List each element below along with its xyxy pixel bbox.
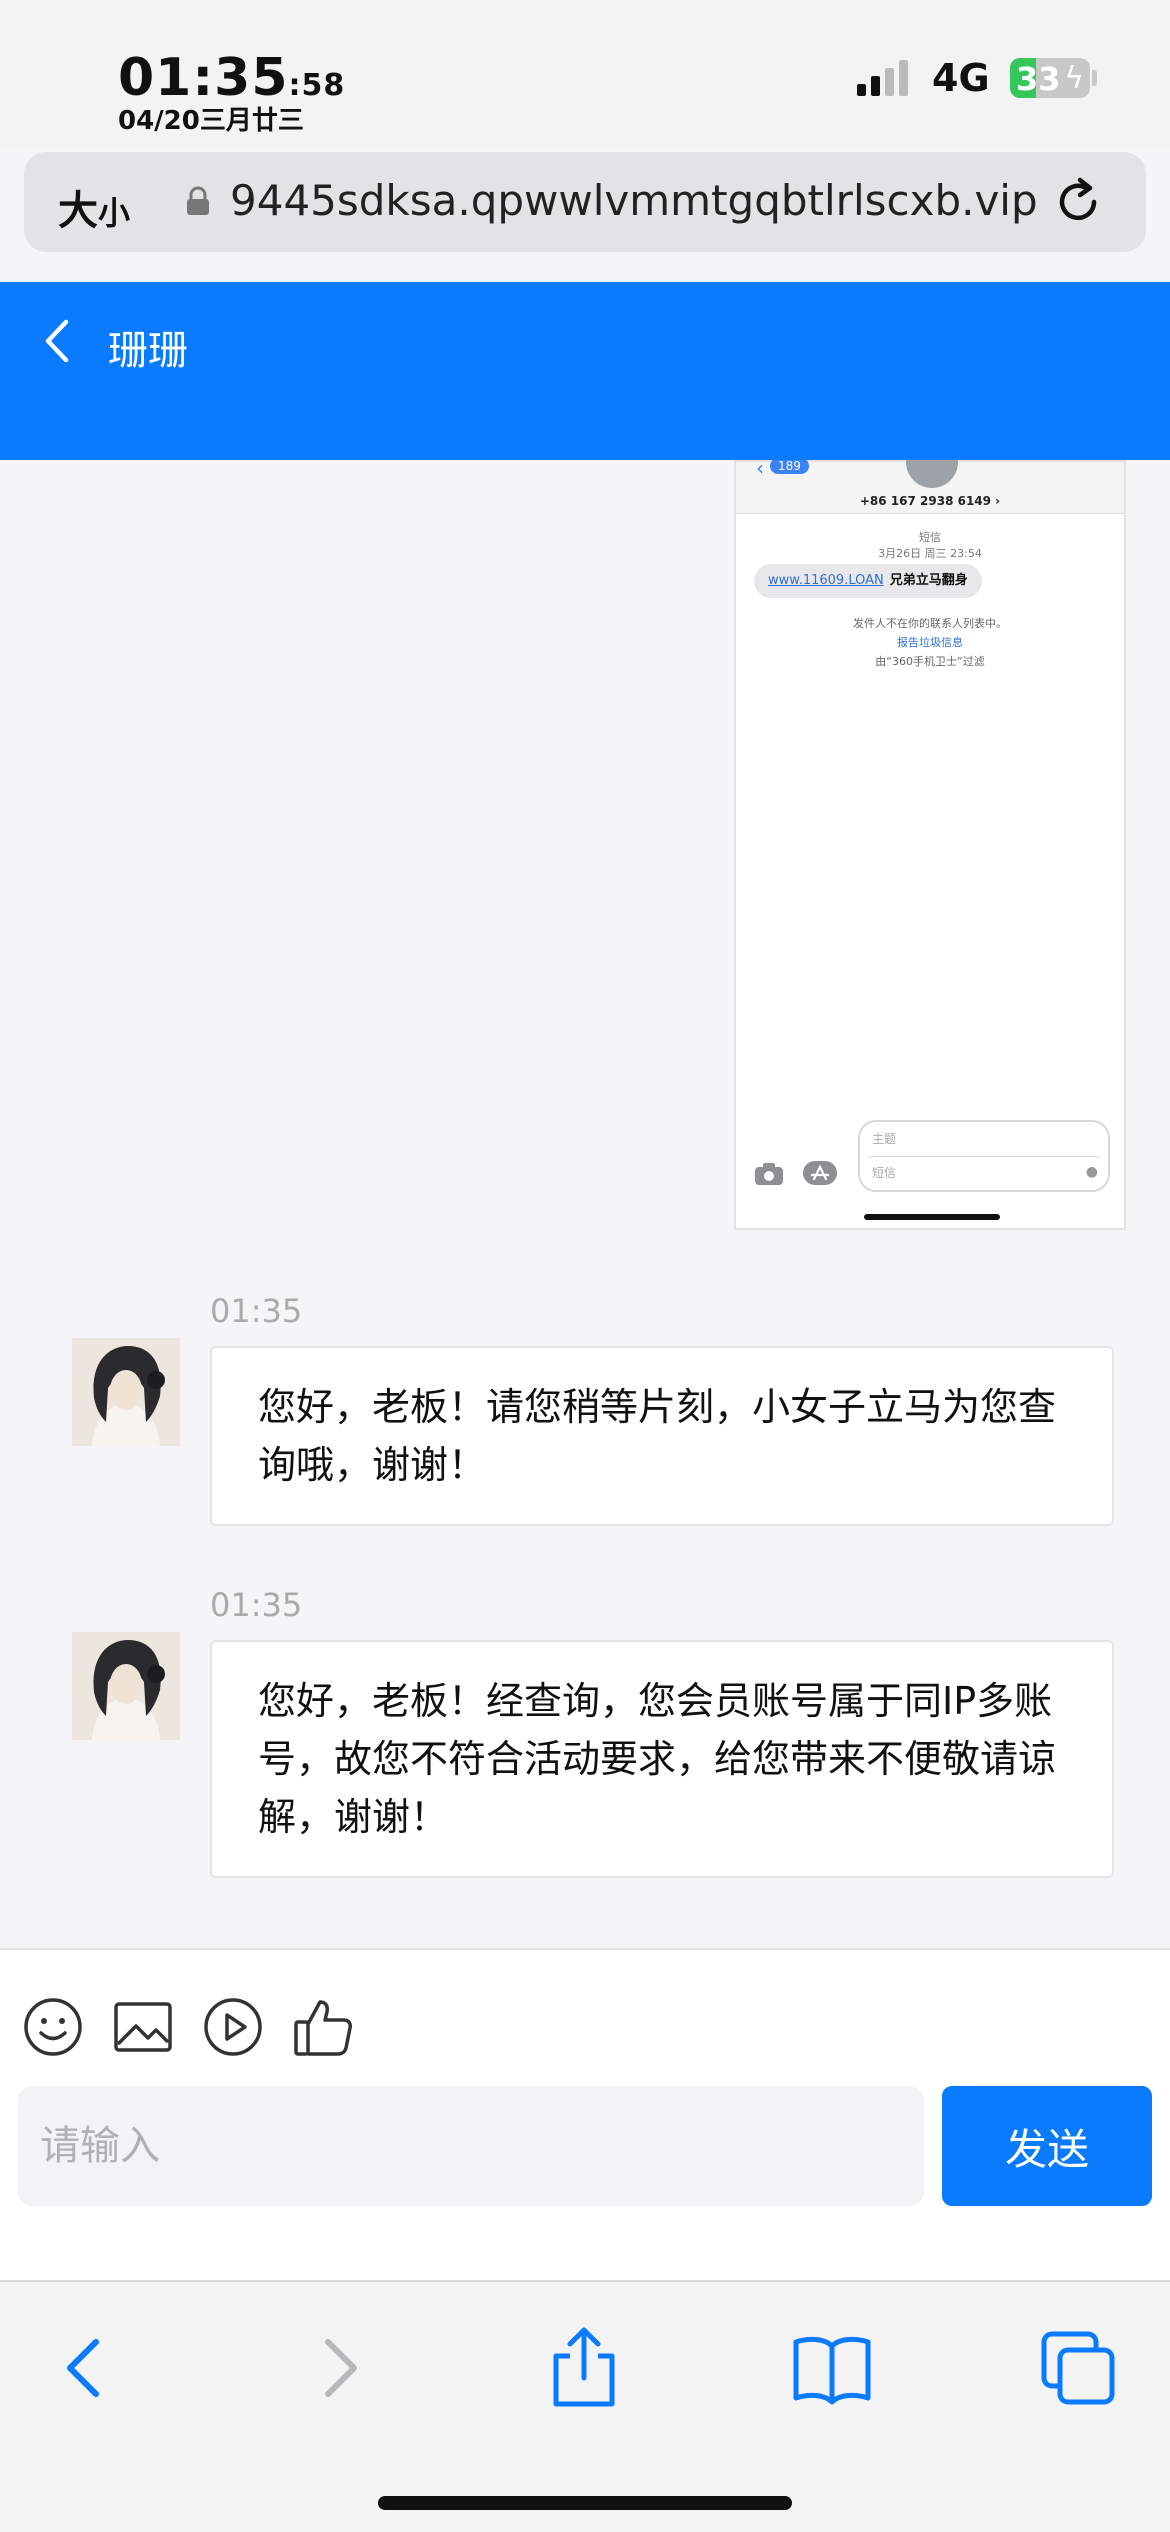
composer-toolbar: 发送 — [0, 1948, 1170, 2280]
sms-body-placeholder: 短信 — [872, 1166, 897, 1180]
sms-notice: 发件人不在你的联系人列表中。 报告垃圾信息 由“360手机卫士”过滤 — [736, 614, 1124, 671]
agent-avatar[interactable] — [72, 1338, 180, 1446]
sms-phone-number: +86 167 2938 6149 › — [859, 494, 1001, 508]
status-bar: 01:35:58 04/20三月廿三 4G 33 ϟ — [0, 0, 1170, 150]
bookmarks-icon[interactable] — [790, 2326, 874, 2410]
battery-icon: 33 ϟ — [1010, 58, 1090, 98]
sms-header: ‹ 189 +86 167 2938 6149 › — [736, 460, 1124, 514]
sms-bubble: www.11609.LOAN 兄弟立马翻身 — [754, 564, 982, 598]
thumbs-up-icon[interactable] — [292, 1996, 354, 2058]
sms-home-indicator — [864, 1214, 1000, 1220]
forward-icon[interactable] — [296, 2326, 380, 2410]
address-bar[interactable]: 大小 9445sdksa.qpwwlvmmtgqbtlrlscxb.vip — [24, 152, 1146, 252]
sms-back-icon: ‹ — [756, 460, 764, 480]
message-timestamp: 01:35 — [210, 1292, 303, 1330]
camera-icon — [755, 1163, 783, 1185]
sms-subject-placeholder: 主题 — [872, 1132, 897, 1146]
home-indicator — [378, 2496, 792, 2510]
sms-contact-avatar-icon — [906, 460, 958, 488]
avatar-portrait-icon — [72, 1338, 180, 1446]
chevron-left-icon[interactable] — [38, 316, 78, 366]
message-timestamp: 01:35 — [210, 1586, 303, 1624]
sms-bubble-text: 兄弟立马翻身 — [889, 573, 968, 588]
microphone-icon: ● — [1085, 1164, 1098, 1180]
app-store-icon — [803, 1161, 837, 1185]
image-message[interactable]: ‹ 189 +86 167 2938 6149 › 短信 3月26日 周三 23… — [734, 460, 1126, 1230]
lock-icon — [187, 186, 209, 215]
reload-icon[interactable] — [1050, 174, 1106, 230]
share-icon[interactable] — [542, 2326, 626, 2410]
send-button[interactable]: 发送 — [942, 2086, 1152, 2206]
sms-notice-line: 发件人不在你的联系人列表中。 — [853, 617, 1007, 630]
text-size-button[interactable]: 大小 — [58, 178, 130, 236]
sms-divider — [868, 1156, 1100, 1157]
sms-link: www.11609.LOAN — [768, 573, 884, 588]
battery-level: 33 — [1016, 60, 1061, 98]
sms-meta: 短信 3月26日 周三 23:54 — [736, 530, 1124, 562]
agent-avatar[interactable] — [72, 1632, 180, 1740]
sms-meta-label: 短信 — [919, 531, 941, 544]
browser-toolbar — [0, 2280, 1170, 2532]
sms-badge: 189 — [770, 460, 809, 474]
chat-header: 珊珊 — [0, 282, 1170, 460]
message-bubble: 您好，老板！请您稍等片刻，小女子立马为您查询哦，谢谢！ — [210, 1346, 1114, 1526]
chat-messages[interactable]: ‹ 189 +86 167 2938 6149 › 短信 3月26日 周三 23… — [0, 460, 1170, 1948]
battery-cap — [1092, 70, 1097, 86]
tabs-icon[interactable] — [1036, 2326, 1120, 2410]
status-seconds: :58 — [288, 68, 346, 103]
video-play-icon[interactable] — [202, 1996, 264, 2058]
status-date: 04/20三月廿三 — [118, 106, 304, 136]
charging-bolt-icon: ϟ — [1064, 61, 1084, 96]
message-input[interactable] — [18, 2086, 924, 2206]
avatar-portrait-icon — [72, 1632, 180, 1740]
sms-meta-date: 3月26日 周三 23:54 — [878, 547, 982, 560]
network-type: 4G — [932, 56, 990, 100]
chat-title: 珊珊 — [108, 328, 188, 374]
back-icon[interactable] — [44, 2326, 128, 2410]
url-text[interactable]: 9445sdksa.qpwwlvmmtgqbtlrlscxb.vip — [230, 176, 1050, 225]
image-icon[interactable] — [112, 1996, 174, 2058]
sms-report-link: 报告垃圾信息 — [897, 636, 963, 649]
message-bubble: 您好，老板！经查询，您会员账号属于同IP多账号，故您不符合活动要求，给您带来不便… — [210, 1640, 1114, 1878]
cellular-signal-icon — [857, 60, 908, 96]
sms-filter-line: 由“360手机卫士”过滤 — [875, 655, 985, 668]
emoji-icon[interactable] — [22, 1996, 84, 2058]
sms-compose-box: 主题 短信 ● — [858, 1120, 1110, 1192]
status-time: 01:35:58 — [118, 48, 346, 108]
